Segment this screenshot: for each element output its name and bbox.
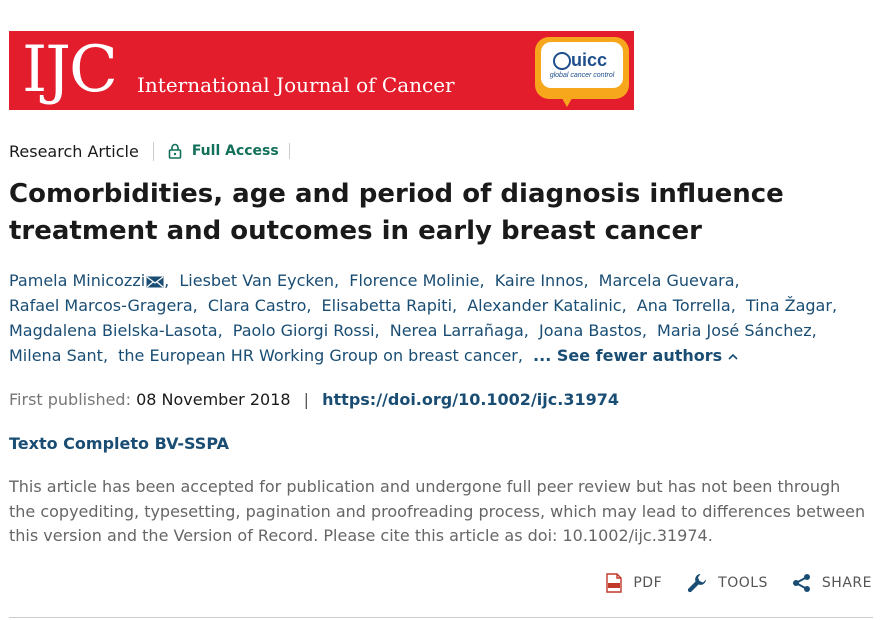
accepted-article-notice: This article has been accepted for publi… [9,477,866,545]
author-separator: , [452,296,458,315]
author-name: Liesbet Van Eycken [179,271,335,290]
author-link[interactable]: Pamela Minicozzi, [9,271,174,290]
pdf-icon [606,573,623,593]
author-separator: , [374,321,380,340]
author-link[interactable]: Ana Torrella, [637,296,741,315]
author-link[interactable]: Liesbet Van Eycken, [179,271,344,290]
article-title: Comorbidities, age and period of diagnos… [9,179,784,246]
author-separator: , [831,296,838,315]
author-separator: , [811,321,817,340]
author-separator: , [192,296,198,315]
article-type: Research Article [9,141,154,161]
share-button[interactable]: SHARE [792,573,872,593]
author-name: Pamela Minicozzi [9,271,146,290]
author-link[interactable]: Clara Castro, [208,296,317,315]
author-link[interactable]: Tina Žagar, [746,296,842,315]
access-label: Full Access [191,143,279,159]
author-separator: , [621,296,627,315]
author-name: Tina Žagar [745,296,832,315]
uicc-tagline: global cancer control [549,72,615,79]
publication-info: First published: 08 November 2018 | http… [9,388,619,412]
author-name: Maria José Sánchez [657,321,812,340]
author-name: Marcela Guevara [598,271,735,290]
author-separator: , [334,271,340,290]
author-link[interactable]: Elisabetta Rapiti, [322,296,463,315]
author-link[interactable]: Marcela Guevara, [599,271,745,290]
author-link[interactable]: Joana Bastos, [539,321,652,340]
published-date: 08 November 2018 [136,390,291,409]
article-actions: PDF TOOLS SHARE [581,572,872,594]
author-name: Elisabetta Rapiti [321,296,453,315]
author-name: Milena Sant [9,346,103,365]
author-list: Pamela Minicozzi, Liesbet Van Eycken, Fl… [9,268,869,368]
speech-bubble-tail [559,93,575,107]
author-link[interactable]: Milena Sant, [9,346,113,365]
author-link[interactable]: Maria José Sánchez, [657,321,822,340]
author-separator: , [306,296,312,315]
tools-button[interactable]: TOOLS [686,572,768,594]
share-label: SHARE [821,575,872,591]
author-name: Rafael Marcos-Gragera [9,296,193,315]
author-link[interactable]: Magdalena Bielska-Lasota, [9,321,228,340]
uicc-logo-inner: uicc global cancer control [541,42,623,88]
author-link[interactable]: Alexander Katalinic, [467,296,632,315]
share-icon [792,574,810,592]
access-badge: Full Access [154,143,290,159]
author-name: Ana Torrella [636,296,731,315]
author-name: Clara Castro [207,296,307,315]
author-link[interactable]: Paolo Giorgi Rossi, [233,321,385,340]
separator: | [303,390,310,409]
author-name: Paolo Giorgi Rossi [232,321,375,340]
doi-link[interactable]: https://doi.org/10.1002/ijc.31974 [322,390,619,409]
see-fewer-authors-link[interactable]: ... See fewer authors [533,346,738,365]
globe-icon [553,52,571,70]
wrench-icon [688,574,707,593]
author-name: Nerea Larrañaga [389,321,524,340]
author-separator: , [102,346,109,365]
author-link[interactable]: Nerea Larrañaga, [390,321,534,340]
tools-label: TOOLS [718,575,768,591]
pdf-label: PDF [633,575,663,591]
journal-title: International Journal of Cancer [137,73,455,97]
lock-icon [168,143,182,159]
author-name: Joana Bastos [538,321,642,340]
author-name: Kaire Innos [494,271,584,290]
author-link[interactable]: the European HR Working Group on breast … [118,346,528,365]
uicc-wordmark: uicc [571,50,608,70]
article-meta: Research Article Full Access [9,138,290,164]
author-name: Alexander Katalinic [467,296,622,315]
author-separator: , [479,271,485,290]
author-separator: , [730,296,736,315]
pdf-button[interactable]: PDF [605,573,662,593]
chevron-up-icon [728,353,738,360]
uicc-logo: uicc global cancer control [535,37,629,107]
see-fewer-label: ... See fewer authors [533,346,723,365]
author-separator: , [583,271,589,290]
author-separator: , [217,321,223,340]
mail-icon[interactable] [146,276,164,288]
author-separator: , [734,271,740,290]
author-separator: , [164,271,170,290]
author-link[interactable]: Kaire Innos, [495,271,594,290]
author-link[interactable]: Florence Molinie, [349,271,489,290]
author-name: Magdalena Bielska-Lasota [9,321,218,340]
author-separator: , [523,321,529,340]
author-separator: , [517,346,523,365]
section-divider [9,617,873,618]
author-link[interactable]: Rafael Marcos-Gragera, [9,296,203,315]
author-name: the European HR Working Group on breast … [118,346,518,365]
published-label: First published: [9,390,131,409]
texto-completo-link[interactable]: Texto Completo BV-SSPA [9,432,229,456]
author-separator: , [641,321,647,340]
journal-banner[interactable]: IJC International Journal of Cancer uicc… [9,31,634,110]
author-name: Florence Molinie [349,271,480,290]
journal-logo: IJC [22,33,118,107]
